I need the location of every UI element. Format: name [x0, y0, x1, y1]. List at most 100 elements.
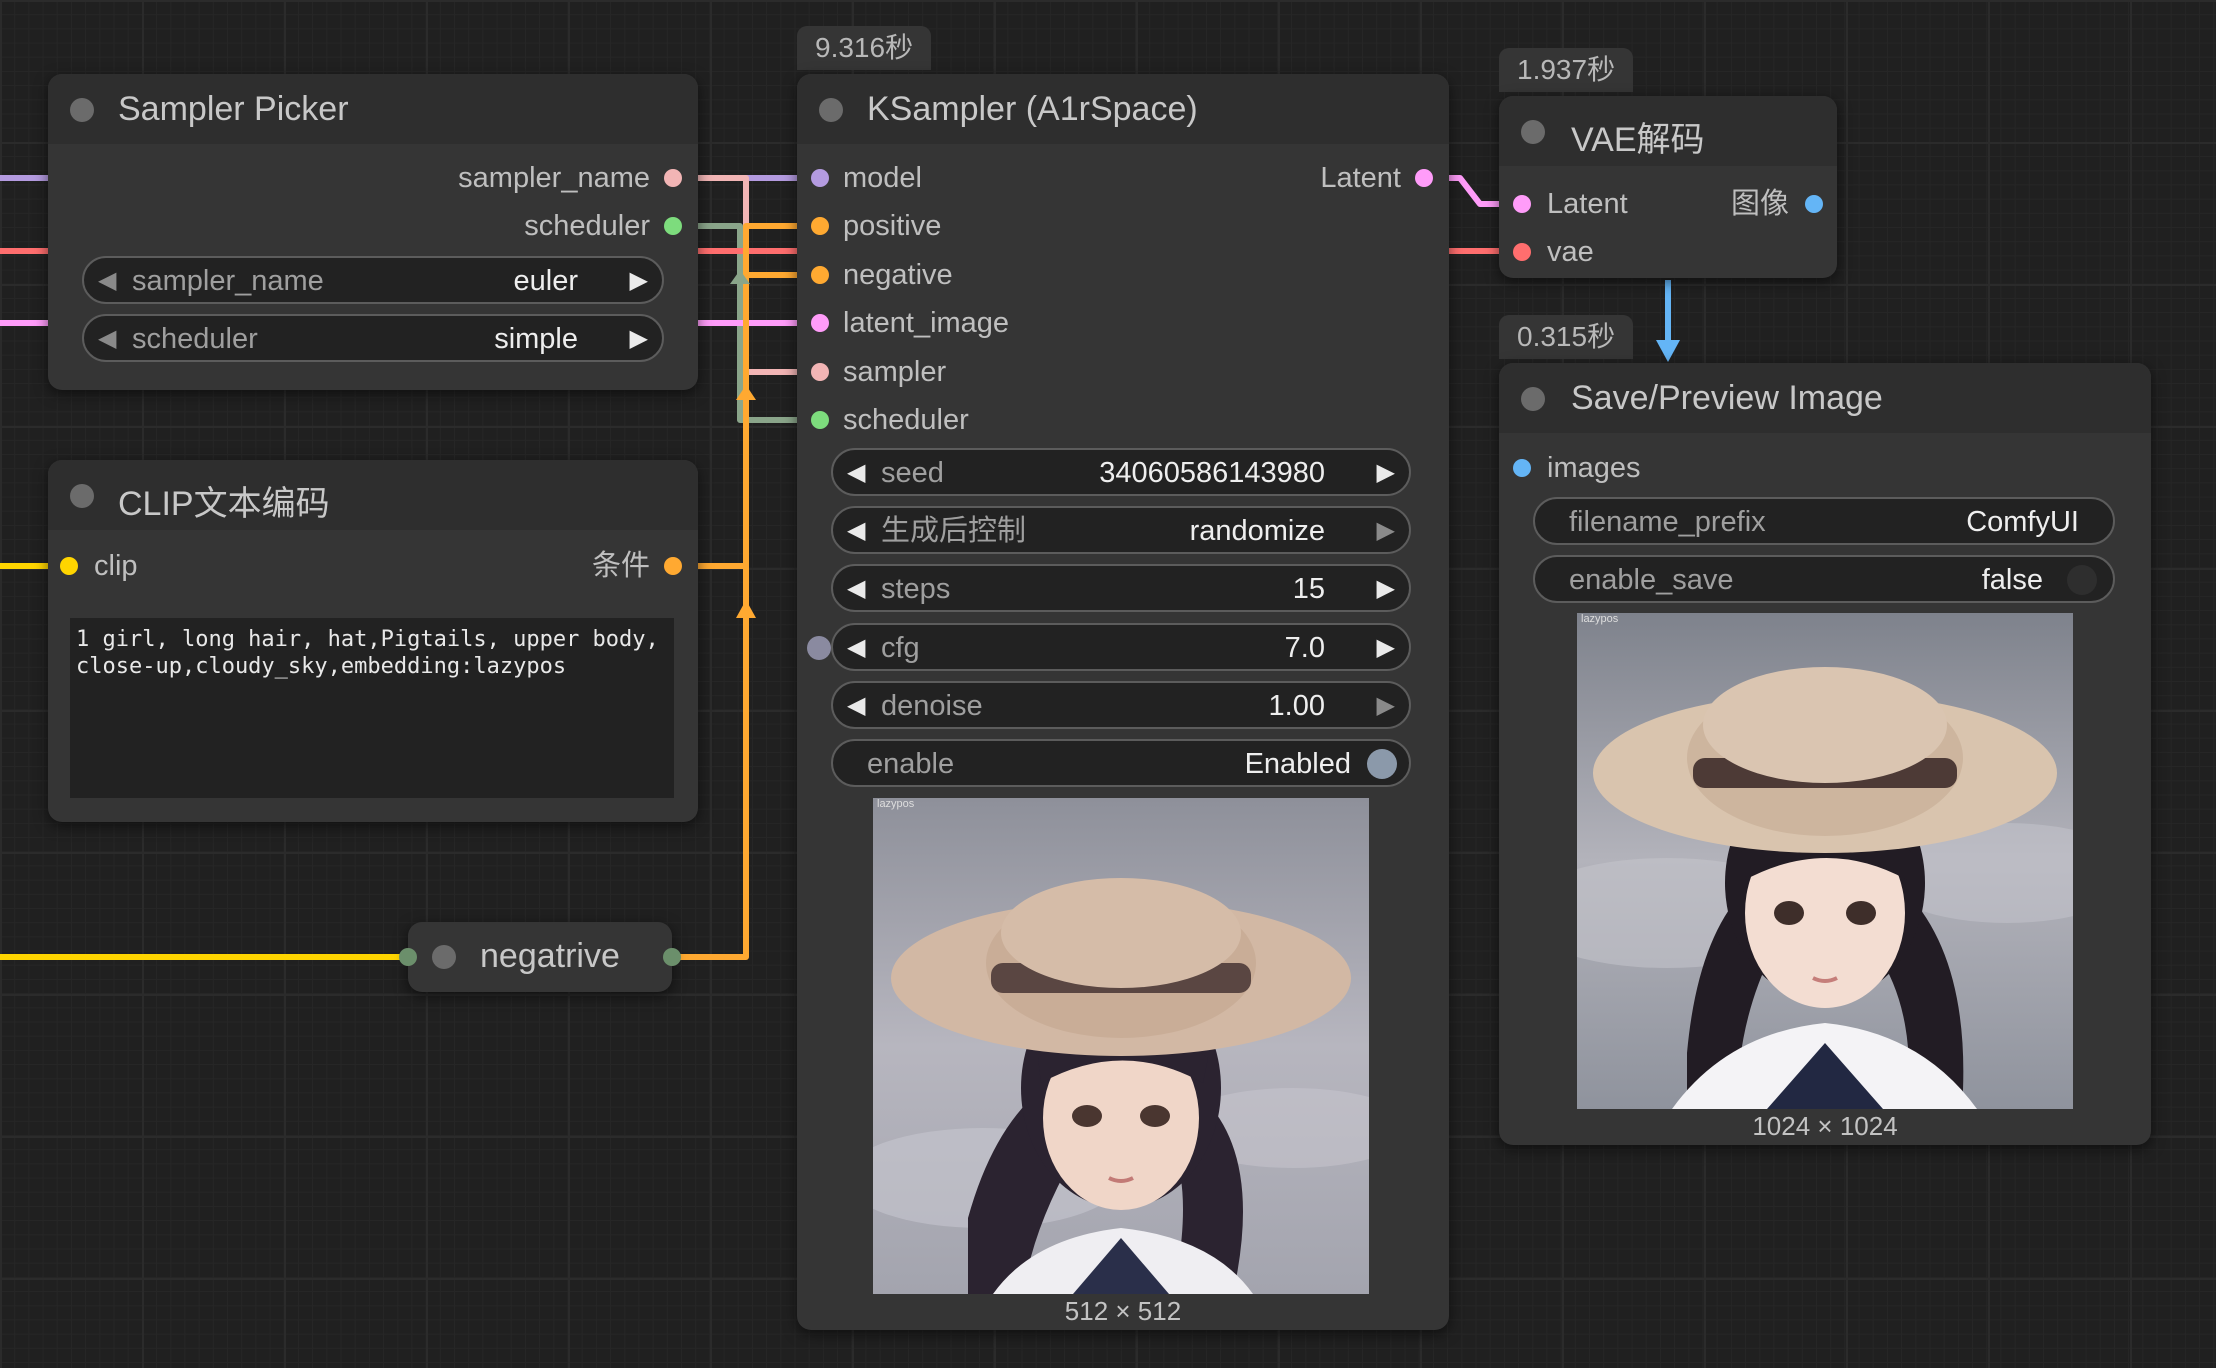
output-conditioning-label: 条件 [591, 550, 650, 582]
increment-arrow-icon[interactable]: ▶ [1377, 691, 1395, 721]
input-negative-dot[interactable] [811, 266, 829, 284]
node-title: Sampler Picker [118, 90, 349, 128]
widget-value: 34060586143980 [1099, 457, 1325, 489]
decrement-arrow-icon[interactable]: ◀ [847, 633, 865, 663]
enable-toggle[interactable]: enable Enabled [831, 739, 1411, 787]
output-sampler-name-label: sampler_name [458, 162, 650, 194]
decrement-arrow-icon[interactable]: ◀ [847, 574, 865, 604]
image-dimensions: 1024 × 1024 [1752, 1111, 1898, 1141]
widget-label: denoise [881, 690, 983, 722]
node-title: negatrive [480, 937, 620, 975]
ksampler-node[interactable]: KSampler (A1rSpace) model positive negat… [797, 74, 1449, 1330]
widget-value: 7.0 [1284, 632, 1325, 664]
output-image-label: 图像 [1730, 188, 1789, 220]
input-positive-dot[interactable] [811, 217, 829, 235]
increment-arrow-icon[interactable]: ▶ [1377, 574, 1395, 604]
enable-save-toggle[interactable]: enable_save false [1533, 555, 2115, 603]
scheduler-combo[interactable]: ◀ scheduler simple ▶ [82, 314, 664, 362]
input-clip-label: clip [94, 550, 138, 582]
increment-arrow-icon[interactable]: ▶ [1377, 458, 1395, 488]
toggle-knob-icon[interactable] [1367, 749, 1397, 779]
widget-value: ComfyUI [1966, 506, 2079, 538]
input-negative-label: negative [843, 259, 953, 291]
increment-arrow-icon[interactable]: ▶ [630, 266, 648, 296]
sampler-name-combo[interactable]: ◀ sampler_name euler ▶ [82, 256, 664, 304]
node-title: KSampler (A1rSpace) [867, 90, 1198, 128]
collapse-toggle-icon[interactable] [1521, 120, 1545, 144]
steps-widget[interactable]: ◀ steps 15 ▶ [831, 564, 1411, 612]
input-model-dot[interactable] [811, 169, 829, 187]
widget-label: cfg [881, 632, 920, 664]
input-sampler-label: sampler [843, 356, 947, 388]
decrement-arrow-icon[interactable]: ◀ [847, 458, 865, 488]
input-images-label: images [1547, 452, 1641, 484]
input-scheduler-label: scheduler [843, 404, 969, 436]
input-clip-dot[interactable] [60, 557, 78, 575]
increment-arrow-icon[interactable]: ▶ [630, 324, 648, 354]
decrement-arrow-icon[interactable]: ◀ [98, 266, 116, 296]
widget-value: false [1981, 564, 2043, 596]
sampler-picker-node[interactable]: Sampler Picker sampler_name scheduler ◀ … [48, 74, 698, 390]
cfg-input-dot[interactable] [807, 636, 831, 660]
increment-arrow-icon[interactable]: ▶ [1377, 633, 1395, 663]
node-title: Save/Preview Image [1571, 379, 1883, 417]
input-latent-image-dot[interactable] [811, 314, 829, 332]
save-preview-image-node[interactable]: Save/Preview Image images filename_prefi… [1499, 363, 2151, 1145]
girl-portrait-image [1577, 613, 2073, 1109]
node-title: VAE解码 [1571, 121, 1705, 159]
output-sampler-name-dot[interactable] [664, 169, 682, 187]
collapse-toggle-icon[interactable] [1521, 387, 1545, 411]
prompt-textarea[interactable]: 1 girl, long hair, hat,Pigtails, upper b… [70, 618, 674, 798]
widget-label: seed [881, 457, 944, 489]
input-positive-label: positive [843, 210, 942, 242]
output-scheduler-dot[interactable] [664, 217, 682, 235]
output-latent-label: Latent [1320, 162, 1401, 194]
reroute-output-dot[interactable] [663, 948, 681, 966]
control-after-generate-widget[interactable]: ◀ 生成后控制 randomize ▶ [831, 506, 1411, 554]
input-model-label: model [843, 162, 922, 194]
output-latent-dot[interactable] [1415, 169, 1433, 187]
increment-arrow-icon[interactable]: ▶ [1377, 516, 1395, 546]
widget-value: euler [513, 265, 579, 297]
input-vae-label: vae [1547, 236, 1594, 268]
execution-time-badge: 0.315秒 [1499, 315, 1634, 359]
decrement-arrow-icon[interactable]: ◀ [98, 324, 116, 354]
widget-label: steps [881, 573, 951, 605]
image-dimensions: 512 × 512 [1064, 1296, 1182, 1326]
input-vae-dot[interactable] [1513, 243, 1531, 261]
widget-value: 15 [1292, 573, 1325, 605]
widget-label: enable [867, 748, 955, 780]
input-latent-dot[interactable] [1513, 195, 1531, 213]
widget-value: Enabled [1244, 748, 1351, 780]
collapse-toggle-icon[interactable] [432, 945, 456, 969]
toggle-knob-icon[interactable] [2067, 565, 2097, 595]
denoise-widget[interactable]: ◀ denoise 1.00 ▶ [831, 681, 1411, 729]
input-latent-label: Latent [1547, 188, 1628, 220]
saved-preview-image: lazypos [1577, 613, 2073, 1109]
reroute-node[interactable]: negatrive [399, 922, 681, 992]
output-scheduler-label: scheduler [524, 210, 650, 242]
filename-prefix-widget[interactable]: filename_prefix ComfyUI [1533, 497, 2115, 545]
widget-label: sampler_name [132, 265, 324, 297]
input-images-dot[interactable] [1513, 459, 1531, 477]
seed-widget[interactable]: ◀ seed 34060586143980 ▶ [831, 448, 1411, 496]
widget-value: randomize [1189, 515, 1325, 547]
output-image-dot[interactable] [1805, 195, 1823, 213]
collapse-toggle-icon[interactable] [70, 98, 94, 122]
output-conditioning-dot[interactable] [664, 557, 682, 575]
collapse-toggle-icon[interactable] [70, 484, 94, 508]
input-latent-image-label: latent_image [843, 307, 1010, 339]
reroute-input-dot[interactable] [399, 948, 417, 966]
input-scheduler-dot[interactable] [811, 411, 829, 429]
vae-decode-node[interactable]: VAE解码 Latent vae 图像 [1499, 96, 1837, 278]
collapse-toggle-icon[interactable] [819, 98, 843, 122]
cfg-widget[interactable]: ◀ cfg 7.0 ▶ [831, 623, 1411, 671]
decrement-arrow-icon[interactable]: ◀ [847, 516, 865, 546]
widget-label: enable_save [1569, 564, 1734, 596]
decrement-arrow-icon[interactable]: ◀ [847, 691, 865, 721]
girl-portrait-image [873, 798, 1369, 1294]
widget-value: simple [494, 323, 578, 355]
widget-value: 1.00 [1268, 690, 1325, 722]
clip-text-encode-node[interactable]: CLIP文本编码 clip 条件 1 girl, long hair, hat,… [48, 460, 698, 822]
input-sampler-dot[interactable] [811, 363, 829, 381]
